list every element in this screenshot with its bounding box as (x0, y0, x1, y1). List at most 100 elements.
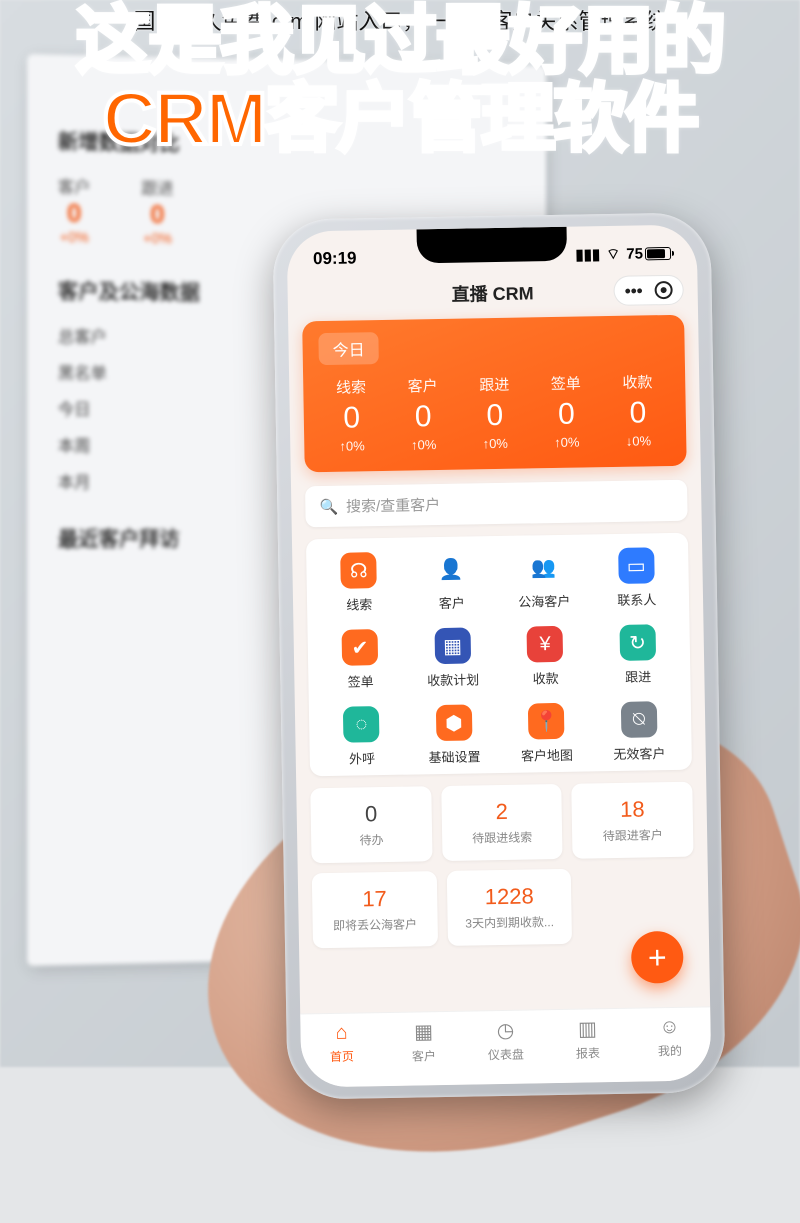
stat-number: 0 (530, 397, 602, 432)
signal-icon: ▮▮▮ (575, 245, 600, 263)
summary-card[interactable]: 1228 3天内到期收款... (446, 869, 572, 946)
stat-number: 0 (459, 398, 531, 433)
summary-number: 17 (318, 885, 431, 913)
stat-label: 跟进 (458, 373, 530, 395)
tab-仪表盘[interactable]: ◷ 仪表盘 (464, 1010, 547, 1070)
stat-pct: ↑0% (554, 435, 580, 450)
today-chip[interactable]: 今日 (318, 332, 379, 365)
tab-label: 仪表盘 (488, 1046, 524, 1064)
module-客户[interactable]: 👤 客户 (405, 550, 499, 613)
search-placeholder: 搜索/查重客户 (346, 494, 441, 517)
miniprogram-capsule[interactable]: ••• (614, 275, 684, 306)
module-收款计划[interactable]: ▦ 收款计划 (406, 627, 500, 690)
module-联系人[interactable]: ▭ 联系人 (590, 547, 684, 610)
stat-item[interactable]: 收款 0 ↓0% (601, 371, 674, 451)
status-time: 09:19 (313, 248, 357, 269)
module-label: 签单 (314, 671, 407, 692)
stat-label: 签单 (530, 372, 602, 394)
module-线索[interactable]: ☊ 线索 (312, 552, 406, 615)
stat-label: 收款 (601, 371, 673, 393)
module-签单[interactable]: ✔ 签单 (314, 629, 408, 692)
module-icon: 📍 (528, 703, 565, 740)
summary-label: 待跟进客户 (578, 826, 687, 845)
tab-label: 我的 (658, 1042, 682, 1059)
summary-card[interactable]: 17 即将丢公海客户 (312, 871, 438, 948)
seo-caption: 国内永久免费 crm 网站入口，一站式客户关系管理系统 (0, 4, 800, 36)
summary-label: 即将丢公海客户 (319, 915, 432, 934)
tab-label: 报表 (576, 1044, 600, 1061)
module-icon: ▦ (434, 627, 471, 664)
search-input[interactable]: 🔍 搜索/查重客户 (305, 480, 688, 528)
stat-pct: ↑0% (339, 438, 365, 453)
summary-number: 0 (317, 800, 426, 828)
module-label: 跟进 (592, 666, 685, 687)
module-icon: 👥 (525, 549, 562, 586)
summary-card[interactable]: 0 待办 (310, 786, 432, 863)
module-无效客户[interactable]: ⍉ 无效客户 (592, 701, 686, 764)
stat-label: 客户 (387, 375, 459, 397)
module-label: 客户地图 (501, 744, 594, 765)
module-icon: ▭ (618, 547, 655, 584)
module-label: 线索 (313, 594, 406, 615)
module-label: 收款 (499, 667, 592, 688)
stat-pct: ↑0% (411, 437, 437, 452)
tab-icon: ☺ (659, 1016, 680, 1039)
module-icon: 👤 (433, 551, 470, 588)
battery-icon: 75 (626, 244, 671, 262)
module-icon: ◌ (343, 706, 380, 743)
module-label: 客户 (405, 592, 498, 613)
module-label: 无效客户 (593, 743, 686, 764)
summary-number: 1228 (453, 883, 566, 911)
summary-number: 18 (578, 796, 687, 824)
tab-icon: ▦ (414, 1019, 433, 1044)
bg-section-title: 新增数据对比 (58, 126, 517, 163)
stat-pct: ↑0% (482, 436, 508, 451)
module-label: 联系人 (590, 589, 683, 610)
stat-label: 线索 (315, 376, 387, 398)
stat-item[interactable]: 客户 0 ↑0% (387, 375, 460, 455)
tab-我的[interactable]: ☺ 我的 (628, 1007, 711, 1067)
tab-label: 首页 (330, 1048, 354, 1065)
stat-item[interactable]: 跟进 0 ↑0% (458, 373, 531, 453)
stat-number: 0 (387, 400, 459, 435)
module-icon: ¥ (527, 626, 564, 663)
today-stats-card: 今日 线索 0 ↑0%客户 0 ↑0%跟进 0 ↑0%签单 0 ↑0%收款 0 … (302, 315, 687, 473)
phone: 09:19 ▮▮▮ ⌔ 75 直播 CRM ••• 今日 线索 0 ↑0%客户 … (272, 212, 725, 1100)
summary-card[interactable]: 2 待跟进线索 (441, 784, 563, 861)
stat-number: 0 (316, 401, 388, 436)
tab-icon: ⌂ (335, 1022, 347, 1045)
module-公海客户[interactable]: 👥 公海客户 (497, 548, 591, 611)
fab-add-button[interactable]: + (631, 931, 684, 984)
module-label: 外呼 (316, 748, 409, 769)
module-icon: ⬢ (436, 704, 473, 741)
more-icon[interactable]: ••• (625, 282, 643, 299)
miniprogram-header: 直播 CRM ••• (287, 270, 698, 315)
summary-cards-row: 17 即将丢公海客户 1228 3天内到期收款... (312, 867, 695, 949)
summary-card[interactable]: 18 待跟进客户 (572, 782, 694, 859)
wifi-icon: ⌔ (606, 244, 620, 263)
stat-item[interactable]: 线索 0 ↑0% (315, 376, 388, 456)
summary-label: 待跟进线索 (448, 828, 557, 847)
tab-客户[interactable]: ▦ 客户 (382, 1012, 465, 1072)
module-外呼[interactable]: ◌ 外呼 (315, 706, 409, 769)
tab-icon: ◷ (497, 1018, 515, 1043)
tab-报表[interactable]: ▥ 报表 (546, 1009, 629, 1069)
module-收款[interactable]: ¥ 收款 (498, 625, 592, 688)
module-基础设置[interactable]: ⬢ 基础设置 (407, 704, 501, 767)
tab-label: 客户 (412, 1047, 436, 1064)
tab-首页[interactable]: ⌂ 首页 (300, 1013, 383, 1073)
stat-number: 0 (602, 396, 674, 431)
stat-pct: ↓0% (626, 433, 652, 448)
module-客户地图[interactable]: 📍 客户地图 (500, 702, 594, 765)
module-icon: ↻ (619, 624, 656, 661)
close-miniprogram-icon[interactable] (654, 281, 672, 299)
module-label: 公海客户 (498, 590, 591, 611)
summary-cards-row: 0 待办 2 待跟进线索 18 待跟进客户 (310, 782, 693, 864)
summary-label: 待办 (317, 830, 426, 849)
stat-item[interactable]: 签单 0 ↑0% (530, 372, 603, 452)
module-跟进[interactable]: ↻ 跟进 (591, 624, 685, 687)
tab-icon: ▥ (578, 1016, 597, 1041)
module-icon: ☊ (340, 552, 377, 589)
app-title: 直播 CRM (451, 279, 533, 306)
module-label: 基础设置 (408, 746, 501, 767)
